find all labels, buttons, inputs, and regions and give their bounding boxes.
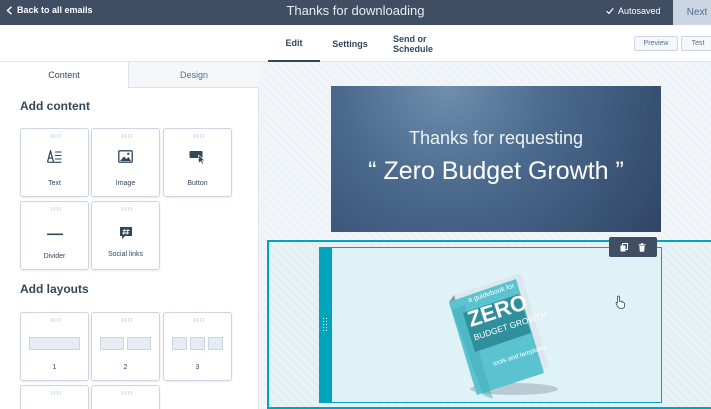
layout-tile[interactable] xyxy=(20,385,89,409)
content-tile-label: Divider xyxy=(43,253,66,260)
top-bar: Back to all emails Thanks for downloadin… xyxy=(0,0,711,25)
checkmark-icon xyxy=(606,8,614,15)
content-sidebar: Content Design Add content Text Image Bu… xyxy=(0,62,259,409)
tab-send-or-schedule[interactable]: Send or Schedule xyxy=(393,25,469,62)
chevron-left-icon xyxy=(6,5,12,15)
drag-handle-icon xyxy=(121,391,132,395)
back-label: Back to all emails xyxy=(17,5,93,15)
hashtag-chat-icon xyxy=(92,226,159,240)
text-icon xyxy=(21,150,88,163)
divider-icon xyxy=(21,233,88,236)
add-layouts-heading: Add layouts xyxy=(20,282,89,296)
drag-handle-icon xyxy=(121,318,132,322)
content-tile-text[interactable]: Text xyxy=(20,128,89,197)
guidebook-cover-image: a guidebook for ZERO BUDGET GROWTH tools… xyxy=(449,273,558,399)
add-content-heading: Add content xyxy=(20,99,90,113)
panel-tab-design[interactable]: Design xyxy=(129,62,259,88)
button-icon xyxy=(164,150,231,164)
module-toolbar xyxy=(609,237,657,257)
email-title: Thanks for downloading xyxy=(286,3,425,18)
drag-handle-icon xyxy=(193,318,204,322)
content-tile-label: Button xyxy=(187,180,208,187)
drag-handle-icon xyxy=(50,318,61,322)
image-icon xyxy=(92,150,159,163)
hero-heading: Thanks for requesting xyxy=(408,128,584,148)
tab-edit[interactable]: Edit xyxy=(268,25,320,62)
autosave-label: Autosaved xyxy=(618,6,661,16)
content-tile-label: Image xyxy=(115,180,136,187)
hero-banner[interactable]: Thanks for requesting “ Zero Budget Grow… xyxy=(331,86,661,232)
drag-handle-icon xyxy=(50,134,61,138)
layout-tile-label: 2 xyxy=(123,364,128,371)
content-tile-label: Text xyxy=(48,180,61,187)
layout-tile-label: 3 xyxy=(195,364,200,371)
content-tile-label: Social links xyxy=(107,251,143,258)
drag-handle-icon xyxy=(193,134,204,138)
hero-book-title: “ Zero Budget Growth ” xyxy=(368,157,624,185)
layout-tile-2-columns[interactable]: 2 xyxy=(91,312,160,381)
back-to-emails-link[interactable]: Back to all emails xyxy=(6,5,93,15)
content-tile-social-links[interactable]: Social links xyxy=(91,201,160,270)
autosave-status: Autosaved xyxy=(606,6,661,16)
panel-tab-content[interactable]: Content xyxy=(0,62,129,88)
layout-tile-3-columns[interactable]: 3 xyxy=(163,312,232,381)
content-tile-image[interactable]: Image xyxy=(91,128,160,197)
drag-handle-icon xyxy=(121,134,132,138)
tab-settings[interactable]: Settings xyxy=(327,25,373,62)
email-canvas: Thanks for requesting “ Zero Budget Grow… xyxy=(259,62,711,409)
content-tile-divider[interactable]: Divider xyxy=(20,201,89,270)
trash-icon[interactable] xyxy=(638,242,646,252)
module-drag-handle[interactable] xyxy=(319,247,332,403)
drag-handle-icon xyxy=(50,207,61,211)
grip-dots-icon xyxy=(322,317,328,331)
layout-tile-label: 1 xyxy=(52,364,57,371)
two-column-layout-icon xyxy=(100,337,151,350)
hand-cursor-icon xyxy=(615,295,625,309)
test-button[interactable]: Test xyxy=(681,36,711,51)
content-tile-button[interactable]: Button xyxy=(163,128,232,197)
clone-icon[interactable] xyxy=(620,242,628,252)
three-column-layout-icon xyxy=(172,337,223,350)
layout-tile[interactable] xyxy=(91,385,160,409)
editor-tabs-bar: Edit Settings Send or Schedule Preview T… xyxy=(0,25,711,62)
layout-tile-1-column[interactable]: 1 xyxy=(20,312,89,381)
preview-button[interactable]: Preview xyxy=(634,36,678,51)
drag-handle-icon xyxy=(50,391,61,395)
drag-handle-icon xyxy=(121,207,132,211)
next-button[interactable]: Next xyxy=(673,0,711,25)
one-column-layout-icon xyxy=(29,337,80,350)
